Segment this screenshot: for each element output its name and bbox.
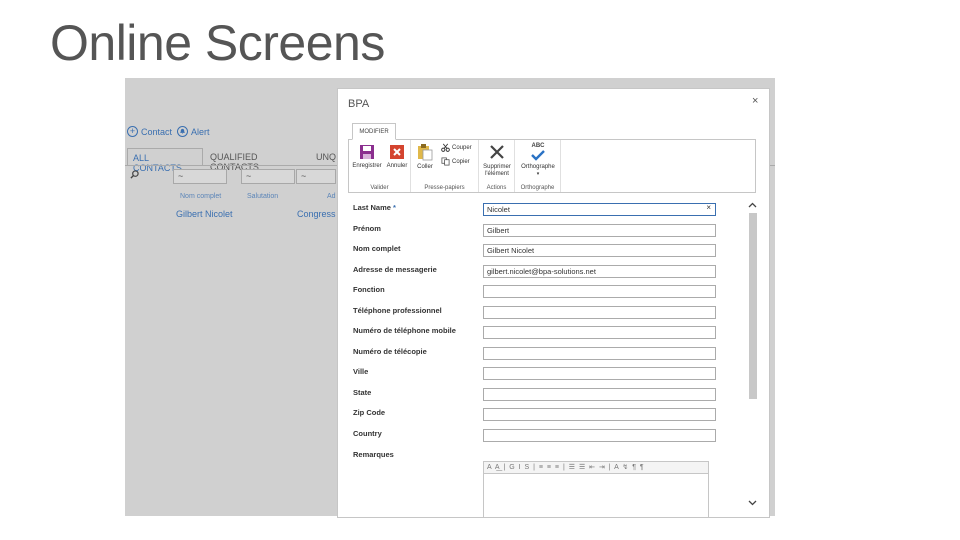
- tab-all-contacts[interactable]: ALL CONTACTS: [127, 148, 203, 173]
- save-button[interactable]: Enregistrer: [351, 144, 383, 170]
- ribbon-group-label-presse-papiers: Presse-papiers: [424, 185, 465, 191]
- dialog-title: BPA: [348, 98, 370, 110]
- delete-item-button[interactable]: Supprimer l'élément: [480, 143, 514, 178]
- scissors-icon: [441, 143, 450, 152]
- chevron-down-icon: ▾: [536, 171, 540, 177]
- label-country: Country: [353, 429, 382, 438]
- label-adresse-messagerie: Adresse de messagerie: [353, 265, 437, 274]
- state-input[interactable]: [483, 388, 716, 401]
- column-header-adresse[interactable]: Ad: [327, 193, 336, 200]
- paste-label: Coller: [417, 164, 433, 170]
- delete-label-line2: l'élément: [485, 171, 509, 177]
- ribbon-group-label-orthographe: Orthographe: [520, 185, 555, 191]
- filter-salutation[interactable]: ~: [241, 169, 295, 184]
- spelling-button[interactable]: ABC Orthographe ▾: [517, 143, 559, 178]
- tab-qualified-contacts[interactable]: QUALIFIED CONTACTS: [205, 148, 311, 172]
- cut-label: Couper: [452, 144, 472, 151]
- label-fonction: Fonction: [353, 285, 385, 294]
- email-input[interactable]: gilbert.nicolet@bpa-solutions.net: [483, 265, 716, 278]
- search-icon[interactable]: [130, 170, 139, 182]
- label-telephone-mobile: Numéro de téléphone mobile: [353, 326, 456, 335]
- label-remarques: Remarques: [353, 450, 394, 459]
- telecopie-input[interactable]: [483, 347, 716, 360]
- fonction-input[interactable]: [483, 285, 716, 298]
- cancel-label: Annuler: [386, 163, 408, 169]
- save-icon: [360, 145, 374, 159]
- filter-nom-complet[interactable]: ~: [173, 169, 227, 184]
- label-prenom: Prénom: [353, 224, 381, 233]
- copy-icon: [441, 157, 450, 166]
- country-input[interactable]: [483, 429, 716, 442]
- plus-icon: +: [127, 126, 138, 137]
- row-company[interactable]: Congress: [297, 209, 336, 219]
- column-header-nom-complet[interactable]: Nom complet: [180, 193, 221, 200]
- new-contact-label: Contact: [141, 126, 173, 137]
- required-marker: *: [393, 203, 396, 212]
- checkmark-icon: [531, 150, 545, 161]
- paste-button[interactable]: Coller: [415, 143, 435, 171]
- ribbon-group-label-actions: Actions: [486, 185, 507, 191]
- alert-link[interactable]: Alert: [177, 126, 210, 137]
- scrollbar-thumb[interactable]: [749, 213, 757, 399]
- bell-icon: [177, 126, 188, 137]
- label-telephone-professionnel: Téléphone professionnel: [353, 306, 442, 315]
- ribbon-group-actions: Supprimer l'élément Actions: [479, 140, 515, 192]
- slide-title: Online Screens: [50, 15, 385, 71]
- filter-adresse[interactable]: ~: [296, 169, 336, 184]
- ribbon-group-presse-papiers: Coller Couper Copier Presse-papiers: [411, 140, 479, 192]
- label-last-name: Last Name *: [353, 203, 396, 212]
- clear-icon[interactable]: ×: [706, 204, 711, 212]
- chevron-up-icon[interactable]: [748, 201, 757, 210]
- label-zip-code: Zip Code: [353, 408, 386, 417]
- row-nom-complet[interactable]: Gilbert Nicolet: [176, 209, 233, 219]
- label-ville: Ville: [353, 367, 369, 376]
- tab-modifier[interactable]: MODIFIER: [352, 123, 396, 140]
- column-header-salutation[interactable]: Salutation: [247, 193, 278, 200]
- delete-label-line1: Supprimer: [483, 164, 511, 170]
- save-label: Enregistrer: [352, 163, 382, 169]
- ribbon-group-orthographe: ABC Orthographe ▾ Orthographe: [515, 140, 561, 192]
- new-contact-link[interactable]: + Contact: [127, 126, 172, 137]
- form-scrollbar[interactable]: [746, 199, 760, 517]
- chevron-down-icon[interactable]: [748, 499, 757, 508]
- spelling-abc-text: ABC: [531, 143, 545, 149]
- copy-button[interactable]: Copier: [441, 157, 470, 166]
- clipboard-icon: [418, 144, 433, 161]
- edit-contact-dialog: BPA × MODIFIER Enregistrer Annuler Valid…: [337, 88, 770, 518]
- ribbon-group-valider: Enregistrer Annuler Valider: [349, 140, 411, 192]
- ville-input[interactable]: [483, 367, 716, 380]
- zip-code-input[interactable]: [483, 408, 716, 421]
- nom-complet-input[interactable]: Gilbert Nicolet: [483, 244, 716, 257]
- delete-x-icon: [490, 145, 504, 159]
- cancel-button[interactable]: Annuler: [385, 144, 409, 170]
- prenom-input[interactable]: Gilbert: [483, 224, 716, 237]
- ribbon: Enregistrer Annuler Valider Coller Coupe…: [348, 139, 756, 193]
- ribbon-group-label-valider: Valider: [370, 185, 389, 191]
- label-state: State: [353, 388, 372, 397]
- slide: Online Screens + Contact Alert ALL CONTA…: [0, 0, 960, 540]
- label-telecopie: Numéro de télécopie: [353, 347, 427, 356]
- telephone-mobile-input[interactable]: [483, 326, 716, 339]
- close-icon[interactable]: ×: [752, 95, 758, 107]
- cut-button[interactable]: Couper: [441, 143, 472, 152]
- label-nom-complet: Nom complet: [353, 244, 401, 253]
- last-name-input[interactable]: Nicolet ×: [483, 203, 716, 216]
- contact-form: Last Name * Nicolet × Prénom Gilbert Nom …: [348, 201, 738, 517]
- alert-label: Alert: [191, 126, 210, 137]
- spelling-label: Orthographe: [521, 164, 555, 170]
- rich-text-toolbar[interactable]: A A͟ | G I S | ≡ ≡ ≡ | ☰ ☰ ⇤ ⇥ | A ↯ ¶ ¶: [483, 461, 709, 474]
- copy-label: Copier: [452, 158, 470, 165]
- remarques-textarea[interactable]: [483, 474, 709, 517]
- cancel-icon: [390, 145, 404, 159]
- telephone-professionnel-input[interactable]: [483, 306, 716, 319]
